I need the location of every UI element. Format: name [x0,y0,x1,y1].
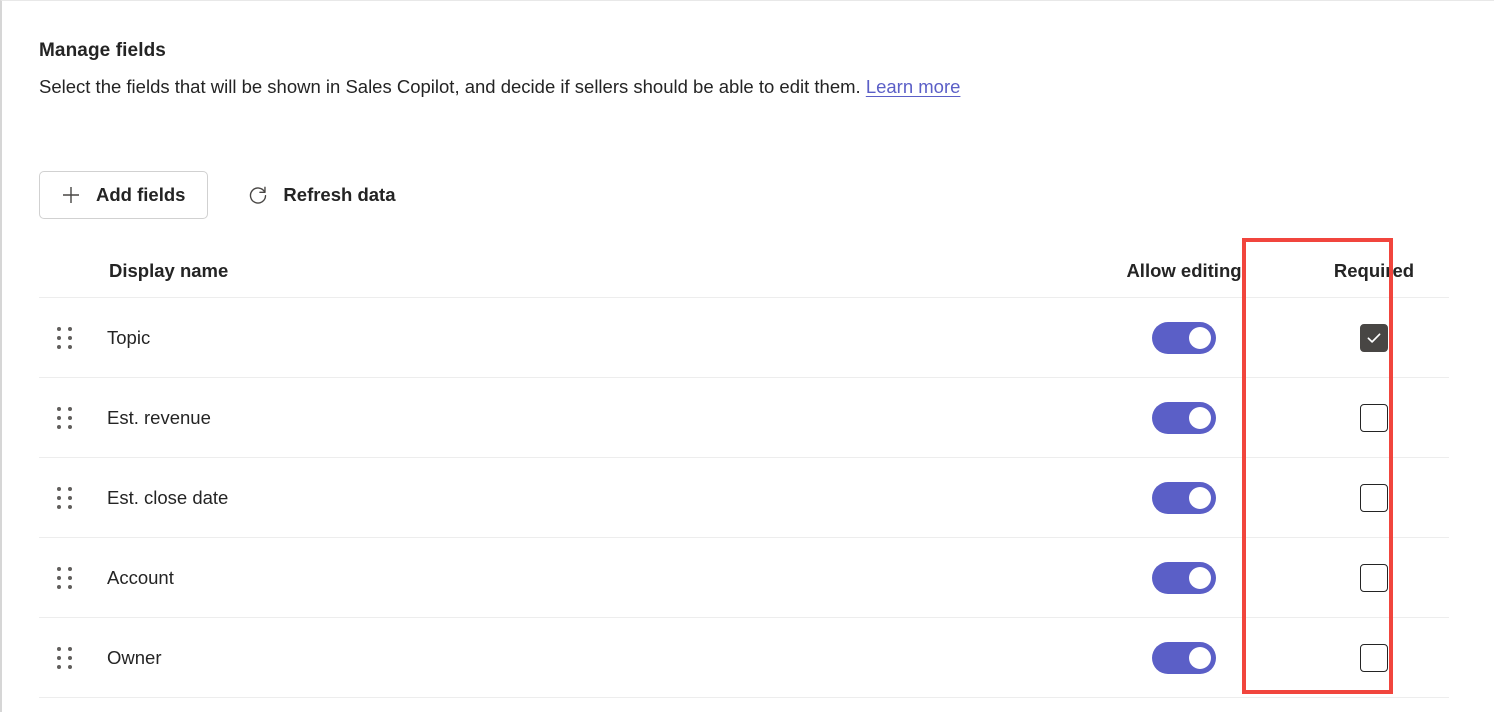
row-required-cell [1299,564,1449,592]
drag-handle-icon[interactable] [57,567,72,589]
required-checkbox[interactable] [1360,404,1388,432]
page-description: Select the fields that will be shown in … [39,76,1239,97]
row-drag-handle-cell [39,327,91,349]
row-allow-editing-cell [1069,482,1299,514]
toggle-knob [1189,567,1211,589]
column-header-required: Required [1299,260,1449,282]
command-bar: Add fields Refresh data [39,171,405,219]
table-row[interactable]: Est. close date [39,458,1449,538]
row-display-name: Account [91,567,1069,589]
drag-handle-icon[interactable] [57,327,72,349]
required-checkbox[interactable] [1360,324,1388,352]
add-fields-label: Add fields [96,184,185,206]
page-header: Manage fields Select the fields that wil… [39,41,1239,97]
row-display-name: Est. revenue [91,407,1069,429]
required-checkbox[interactable] [1360,484,1388,512]
refresh-icon [247,184,269,206]
drag-handle-icon[interactable] [57,407,72,429]
row-required-cell [1299,324,1449,352]
add-fields-button[interactable]: Add fields [39,171,208,219]
required-checkbox[interactable] [1360,564,1388,592]
refresh-data-label: Refresh data [283,184,395,206]
row-required-cell [1299,484,1449,512]
toggle-knob [1189,327,1211,349]
row-required-cell [1299,644,1449,672]
learn-more-link[interactable]: Learn more [866,76,961,97]
row-allow-editing-cell [1069,642,1299,674]
table-header-row: Display name Allow editing Required [39,244,1449,298]
manage-fields-page: Manage fields Select the fields that wil… [0,0,1494,712]
table-row[interactable]: Topic [39,298,1449,378]
row-drag-handle-cell [39,567,91,589]
allow-editing-toggle[interactable] [1152,562,1216,594]
row-drag-handle-cell [39,407,91,429]
fields-table: Display name Allow editing Required Topi… [39,244,1449,698]
row-drag-handle-cell [39,487,91,509]
row-allow-editing-cell [1069,322,1299,354]
row-allow-editing-cell [1069,402,1299,434]
row-display-name: Topic [91,327,1069,349]
row-display-name: Est. close date [91,487,1069,509]
toggle-knob [1189,407,1211,429]
table-body: Topic Est. revenue [39,298,1449,698]
allow-editing-toggle[interactable] [1152,642,1216,674]
table-row[interactable]: Account [39,538,1449,618]
row-required-cell [1299,404,1449,432]
drag-handle-icon[interactable] [57,487,72,509]
plus-icon [60,184,82,206]
row-drag-handle-cell [39,647,91,669]
drag-handle-icon[interactable] [57,647,72,669]
allow-editing-toggle[interactable] [1152,402,1216,434]
allow-editing-toggle[interactable] [1152,482,1216,514]
column-header-display-name: Display name [91,260,1069,282]
refresh-data-button[interactable]: Refresh data [238,171,404,219]
checkmark-icon [1365,329,1383,347]
table-row[interactable]: Owner [39,618,1449,698]
column-header-allow-editing: Allow editing [1069,260,1299,282]
page-title: Manage fields [39,41,1239,62]
required-checkbox[interactable] [1360,644,1388,672]
page-description-text: Select the fields that will be shown in … [39,76,861,97]
row-display-name: Owner [91,647,1069,669]
toggle-knob [1189,487,1211,509]
toggle-knob [1189,647,1211,669]
row-allow-editing-cell [1069,562,1299,594]
allow-editing-toggle[interactable] [1152,322,1216,354]
table-row[interactable]: Est. revenue [39,378,1449,458]
